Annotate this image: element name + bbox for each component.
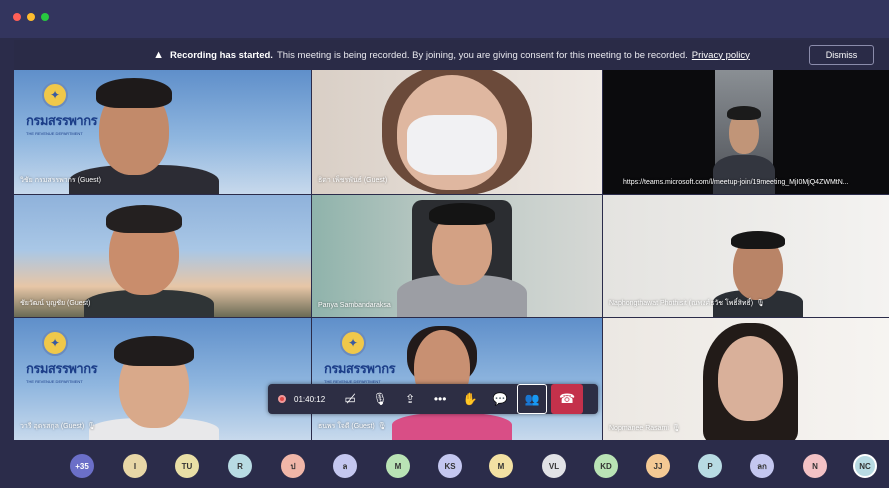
participant-avatar[interactable]: I xyxy=(123,454,147,478)
recording-banner: ▲ Recording has started. This meeting is… xyxy=(14,40,889,70)
participant-name: Panya Sambandaraksa xyxy=(318,302,391,309)
video-off-icon[interactable]: ▭̸ xyxy=(335,384,365,414)
participant-avatar[interactable]: P xyxy=(698,454,722,478)
more-icon[interactable]: ••• xyxy=(425,384,455,414)
revenue-department-logo: ✦ กรมสรรพากร THE REVENUE DEPARTMENT xyxy=(26,330,98,384)
mic-muted-icon: 🎙 xyxy=(87,423,97,430)
mic-off-icon[interactable]: 🎙 xyxy=(365,384,395,414)
warning-icon: ▲ xyxy=(153,49,164,61)
call-timer: 01:40:12 xyxy=(294,394,326,404)
participant-avatar[interactable]: KD xyxy=(594,454,618,478)
zoom-window-button[interactable] xyxy=(41,13,49,21)
hangup-icon[interactable]: ☎ xyxy=(551,384,584,414)
participant-face xyxy=(718,336,783,421)
banner-message: This meeting is being recorded. By joini… xyxy=(276,49,688,61)
participant-avatar[interactable]: ป xyxy=(281,454,305,478)
participant-name: Nopmanee Rasami 🎙 xyxy=(609,425,681,432)
participant-avatar[interactable]: TU xyxy=(175,454,199,478)
revenue-department-logo: ✦ กรมสรรพากร THE REVENUE DEPARTMENT xyxy=(26,82,98,136)
participant-avatar[interactable]: KS xyxy=(438,454,462,478)
participant-avatar[interactable]: M xyxy=(489,454,513,478)
participant-avatar[interactable]: M xyxy=(386,454,410,478)
participant-avatar[interactable]: R xyxy=(228,454,252,478)
participant-name: ธนพร ใจดี (Guest) 🎙 xyxy=(318,423,387,430)
video-tile[interactable]: ✦ กรมสรรพากร THE REVENUE DEPARTMENT ธนพร… xyxy=(312,318,602,440)
mic-muted-icon: 🎙 xyxy=(377,423,387,430)
participant-name: วิชัย กรมสรรพากร (Guest) xyxy=(20,177,101,184)
mic-muted-icon: 🎙 xyxy=(756,300,766,307)
participant-name: ธิดา เพ็ชรพันธ์ (Guest) xyxy=(318,177,388,184)
banner-title: Recording has started. xyxy=(170,49,273,61)
raise-hand-icon[interactable]: ✋ xyxy=(455,384,485,414)
people-icon[interactable]: 👥 xyxy=(517,384,548,414)
video-tile[interactable]: ✦ กรมสรรพากร THE REVENUE DEPARTMENT วิชั… xyxy=(14,70,311,194)
revenue-department-logo: ✦ กรมสรรพากร THE REVENUE DEPARTMENT xyxy=(324,330,396,384)
call-control-bar: 01:40:12 ▭̸ 🎙 ⇪ ••• ✋ 💬 👥 ☎ xyxy=(268,384,598,414)
recording-indicator-icon xyxy=(278,395,286,403)
video-tile[interactable]: ✦ กรมสรรพากร THE REVENUE DEPARTMENT วารี… xyxy=(14,318,311,440)
video-tile[interactable]: Nopmanee Rasami 🎙 xyxy=(603,318,889,440)
close-window-button[interactable] xyxy=(13,13,21,21)
title-bar xyxy=(0,0,889,38)
participant-name: ชัยวัฒน์ บุญชัย (Guest) xyxy=(20,300,91,307)
privacy-policy-link[interactable]: Privacy policy xyxy=(692,50,750,61)
participant-name: วารี อุดรสกุล (Guest) 🎙 xyxy=(20,423,97,430)
participant-tray: +35 I TU R ป ล M KS M VL KD JJ P ลก N NC xyxy=(0,440,889,488)
participant-avatar[interactable]: N xyxy=(803,454,827,478)
video-tile[interactable]: ธิดา เพ็ชรพันธ์ (Guest) xyxy=(312,70,602,194)
participant-avatar[interactable]: JJ xyxy=(646,454,670,478)
video-tile[interactable]: ชัยวัฒน์ บุญชัย (Guest) xyxy=(14,195,311,317)
video-tile[interactable]: Panya Sambandaraksa xyxy=(312,195,602,317)
participant-name: Naphongthawat Phothisit (ณพงศ์ธวัช โพธิ์… xyxy=(609,300,766,307)
chat-icon[interactable]: 💬 xyxy=(485,384,515,414)
teams-meeting-window: ▲ Recording has started. This meeting is… xyxy=(0,0,889,488)
minimize-window-button[interactable] xyxy=(27,13,35,21)
participant-avatar[interactable]: ล xyxy=(333,454,357,478)
participant-avatar[interactable]: ลก xyxy=(750,454,774,478)
participant-name: https://teams.microsoft.com/l/meetup-joi… xyxy=(623,179,849,186)
share-icon[interactable]: ⇪ xyxy=(395,384,425,414)
face-mask xyxy=(407,115,497,175)
mic-muted-icon: 🎙 xyxy=(671,425,681,432)
participant-avatar[interactable]: +35 xyxy=(70,454,94,478)
video-tile[interactable]: Naphongthawat Phothisit (ณพงศ์ธวัช โพธิ์… xyxy=(603,195,889,317)
video-tile[interactable]: https://teams.microsoft.com/l/meetup-joi… xyxy=(603,70,889,194)
participant-avatar[interactable]: VL xyxy=(542,454,566,478)
participant-avatar[interactable]: NC xyxy=(853,454,877,478)
dismiss-button[interactable]: Dismiss xyxy=(809,45,874,65)
